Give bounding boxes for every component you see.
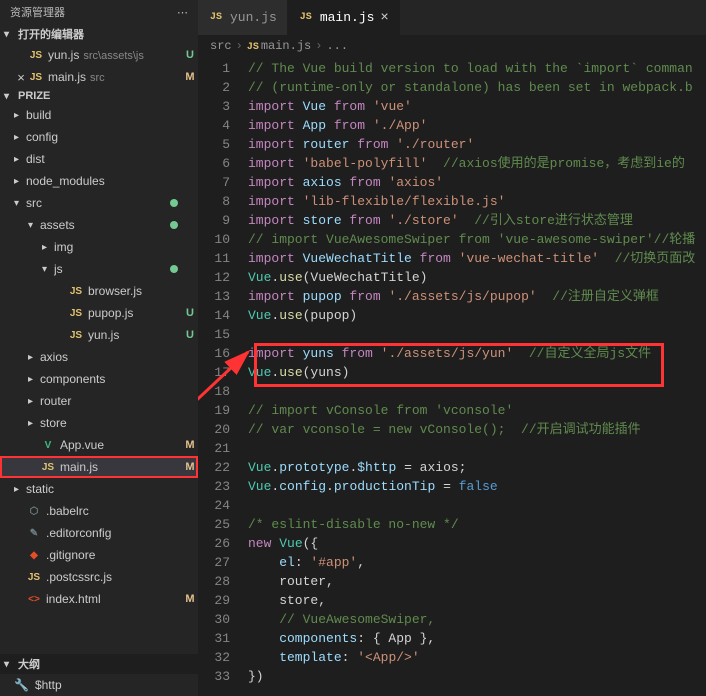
chevron-icon: ▸ <box>14 132 26 143</box>
file-icon: ✎ <box>26 528 42 539</box>
chevron-icon: ▸ <box>28 396 40 407</box>
open-editors-header[interactable]: ▾打开的编辑器 <box>0 24 198 44</box>
chevron-icon: ▸ <box>14 110 26 121</box>
folder-item[interactable]: ▾js <box>0 258 198 280</box>
chevron-icon: ▸ <box>14 484 26 495</box>
editor-tab[interactable]: JSmain.js× <box>288 0 400 35</box>
file-item[interactable]: JSpupop.jsU <box>0 302 198 324</box>
editor-area: JSyun.jsJSmain.js× src›JSmain.js›... 123… <box>198 0 706 696</box>
folder-item[interactable]: ▸axios <box>0 346 198 368</box>
folder-item[interactable]: ▸static <box>0 478 198 500</box>
open-editor-item[interactable]: ×JSmain.jssrcM <box>0 66 198 88</box>
breadcrumb[interactable]: src›JSmain.js›... <box>198 35 706 57</box>
file-item[interactable]: ✎.editorconfig <box>0 522 198 544</box>
file-item[interactable]: ◆.gitignore <box>0 544 198 566</box>
file-item[interactable]: JS.postcssrc.js <box>0 566 198 588</box>
file-item[interactable]: ⬡.babelrc <box>0 500 198 522</box>
close-icon[interactable]: × <box>14 70 28 85</box>
file-item[interactable]: JSyun.jsU <box>0 324 198 346</box>
chevron-icon: ▸ <box>28 418 40 429</box>
file-icon: JS <box>68 330 84 341</box>
chevron-icon: ▸ <box>28 352 40 363</box>
folder-item[interactable]: ▾src <box>0 192 198 214</box>
outline-header[interactable]: ▾大纲 <box>0 654 198 674</box>
file-icon: ⬡ <box>26 506 42 517</box>
folder-item[interactable]: ▸components <box>0 368 198 390</box>
folder-item[interactable]: ▸config <box>0 126 198 148</box>
editor-tab[interactable]: JSyun.js <box>198 0 288 35</box>
folder-item[interactable]: ▸store <box>0 412 198 434</box>
project-header[interactable]: ▾PRIZE <box>0 88 198 104</box>
file-icon: JS <box>40 462 56 473</box>
file-item[interactable]: <>index.htmlM <box>0 588 198 610</box>
wrench-icon: 🔧 <box>14 678 29 692</box>
folder-item[interactable]: ▸router <box>0 390 198 412</box>
code-content[interactable]: // The Vue build version to load with th… <box>248 57 706 696</box>
folder-item[interactable]: ▸node_modules <box>0 170 198 192</box>
file-icon: JS <box>26 572 42 583</box>
file-item[interactable]: JSbrowser.js <box>0 280 198 302</box>
git-dot-icon <box>170 221 178 229</box>
sidebar: 资源管理器 ⋯ ▾打开的编辑器 JSyun.jssrc\assets\jsU×J… <box>0 0 198 696</box>
chevron-icon: ▸ <box>28 374 40 385</box>
file-icon: JS <box>298 12 314 23</box>
line-gutter: 1234567891011121314151617181920212223242… <box>198 57 248 696</box>
file-icon: V <box>40 440 56 451</box>
open-editor-item[interactable]: JSyun.jssrc\assets\jsU <box>0 44 198 66</box>
chevron-icon: ▸ <box>14 154 26 165</box>
folder-item[interactable]: ▸img <box>0 236 198 258</box>
chevron-icon: ▸ <box>14 176 26 187</box>
file-icon: ◆ <box>26 550 42 561</box>
folder-item[interactable]: ▾assets <box>0 214 198 236</box>
chevron-icon: ▾ <box>42 264 54 275</box>
file-icon: JS <box>208 12 224 23</box>
file-icon: JS <box>68 286 84 297</box>
chevron-icon: ▾ <box>28 220 40 231</box>
folder-item[interactable]: ▸dist <box>0 148 198 170</box>
git-dot-icon <box>170 199 178 207</box>
tab-bar: JSyun.jsJSmain.js× <box>198 0 706 35</box>
chevron-icon: ▸ <box>42 242 54 253</box>
chevron-icon: ▾ <box>14 198 26 209</box>
explorer-title: 资源管理器 ⋯ <box>0 0 198 24</box>
outline-item[interactable]: 🔧 $http <box>0 674 198 696</box>
file-item[interactable]: VApp.vueM <box>0 434 198 456</box>
folder-item[interactable]: ▸build <box>0 104 198 126</box>
file-icon: <> <box>26 594 42 605</box>
file-item[interactable]: JSmain.jsM <box>0 456 198 478</box>
code-area[interactable]: 1234567891011121314151617181920212223242… <box>198 57 706 696</box>
git-dot-icon <box>170 265 178 273</box>
file-icon: JS <box>68 308 84 319</box>
close-icon[interactable]: × <box>380 10 388 26</box>
